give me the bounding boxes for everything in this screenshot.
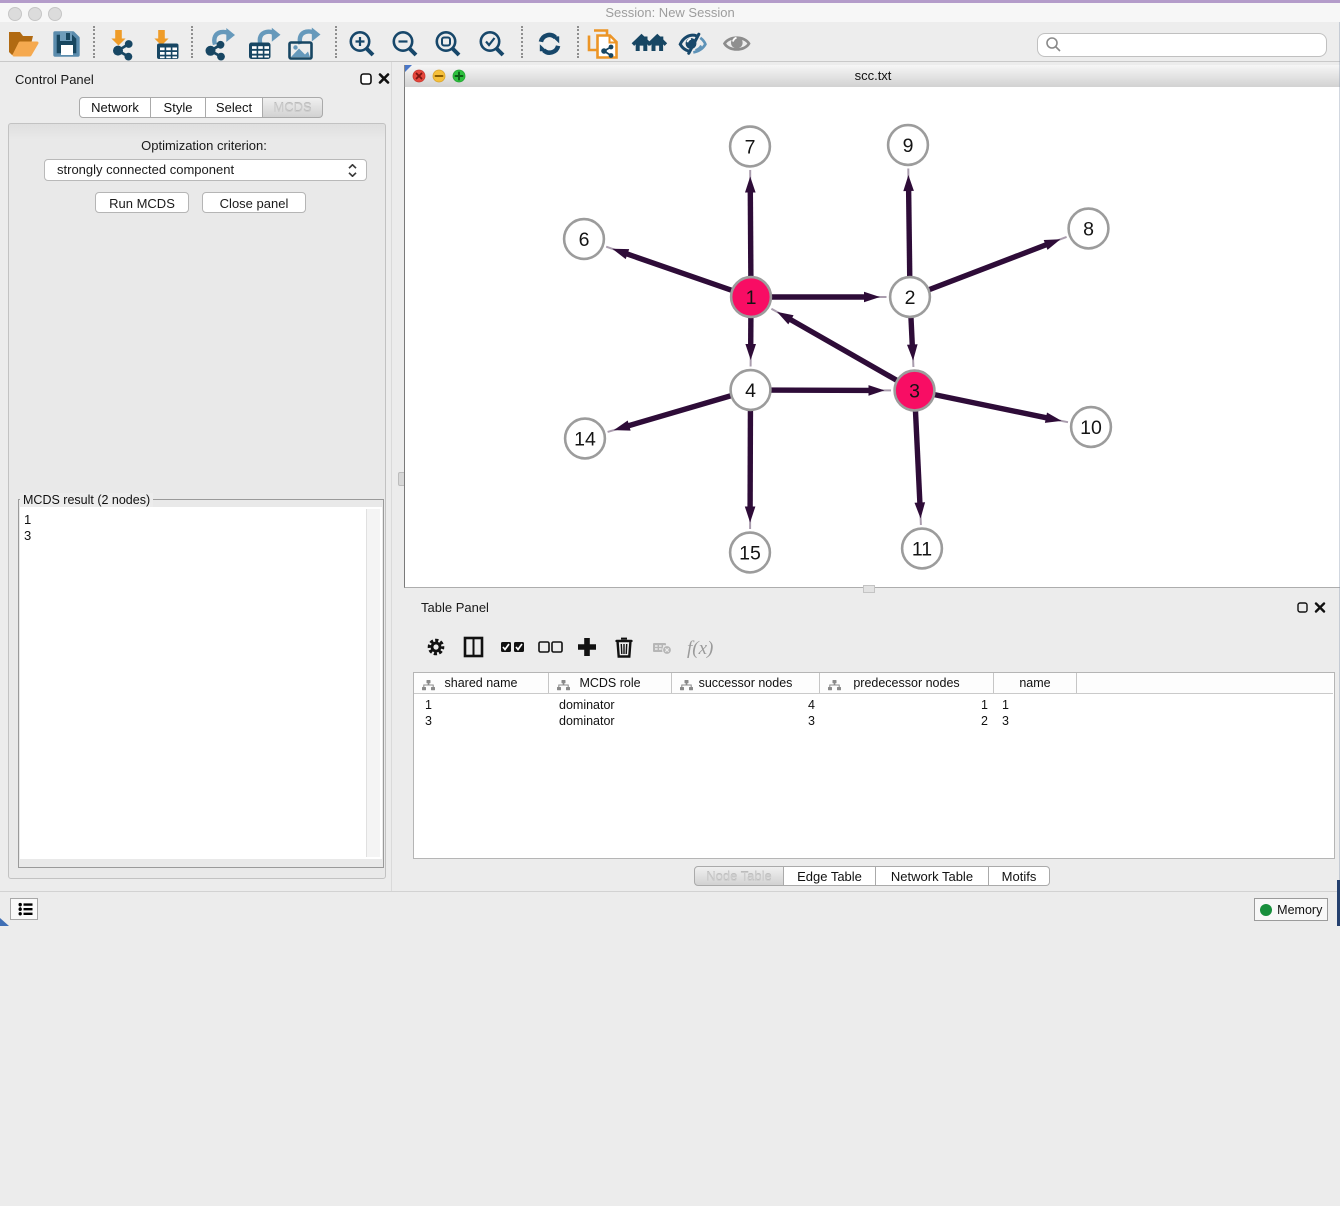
- svg-text:3: 3: [909, 381, 920, 403]
- svg-text:4: 4: [745, 380, 756, 402]
- svg-text:6: 6: [579, 229, 590, 251]
- svg-text:15: 15: [739, 543, 761, 565]
- svg-text:9: 9: [903, 135, 914, 157]
- svg-text:8: 8: [1083, 219, 1094, 241]
- svg-text:2: 2: [905, 287, 916, 309]
- svg-text:10: 10: [1080, 417, 1102, 439]
- svg-text:1: 1: [746, 287, 757, 309]
- svg-text:14: 14: [574, 429, 596, 451]
- svg-text:7: 7: [745, 137, 756, 159]
- svg-text:f(x): f(x): [687, 638, 713, 659]
- svg-text:11: 11: [912, 539, 932, 561]
